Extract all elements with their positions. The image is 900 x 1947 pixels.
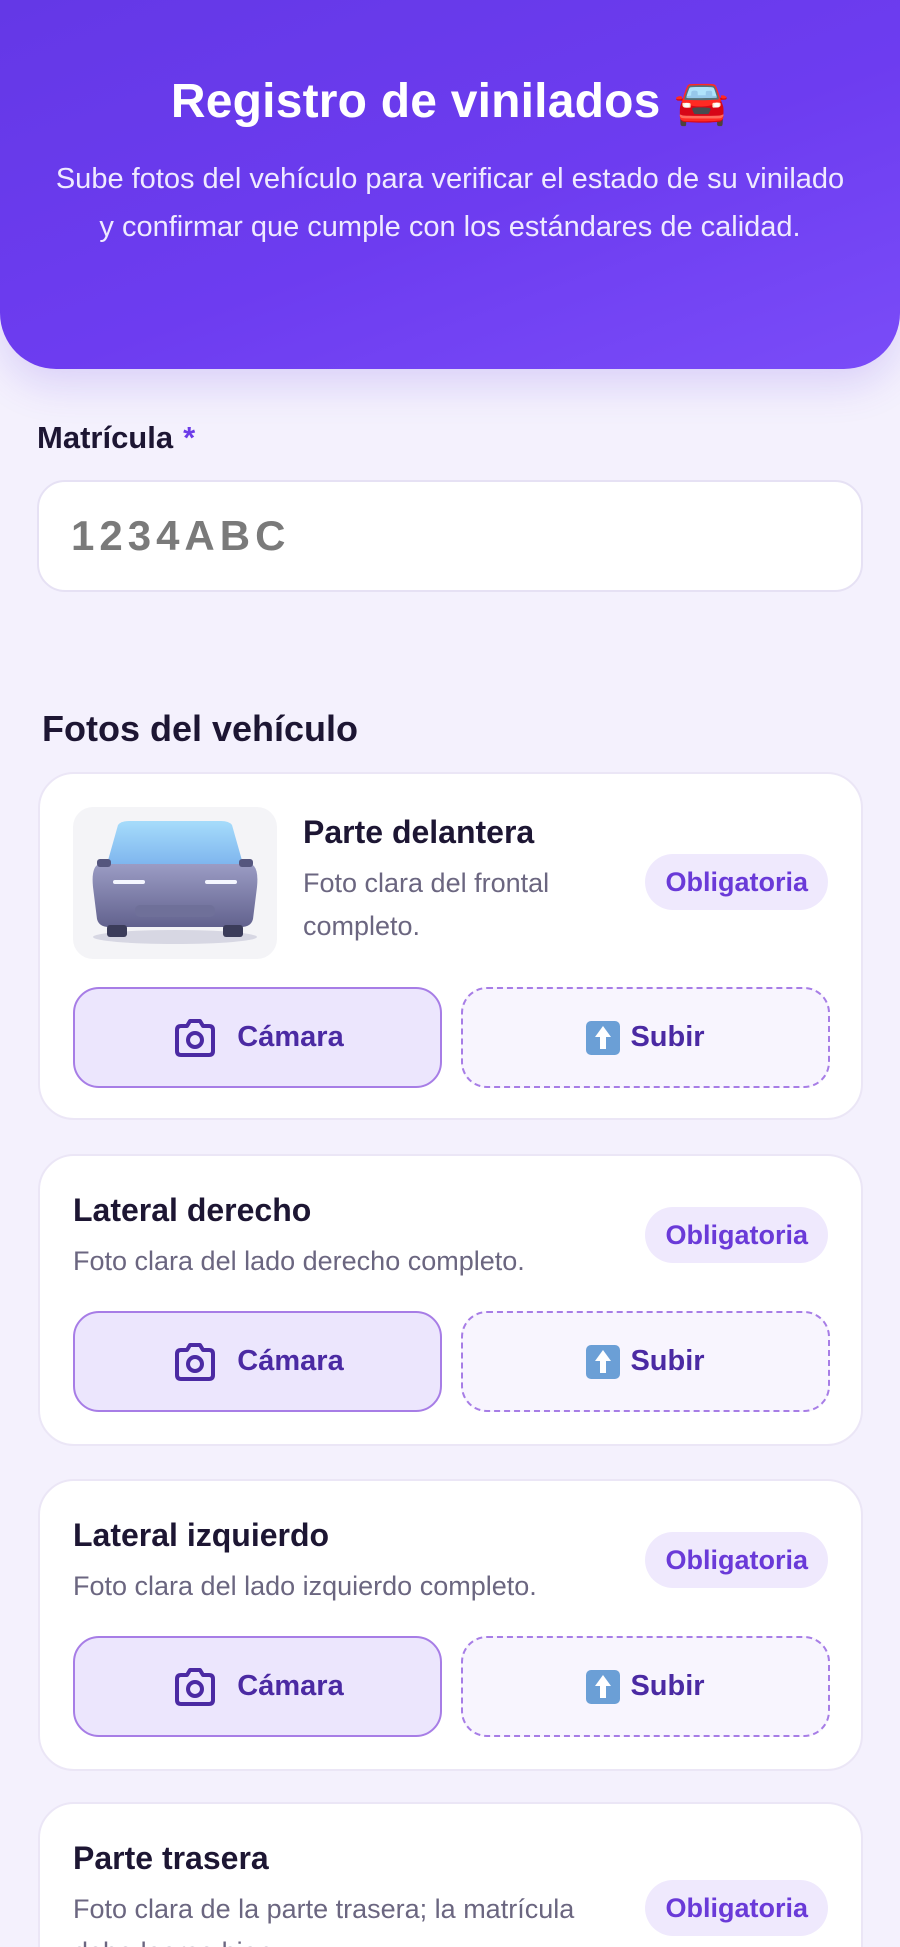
photo-card-rear: Parte trasera Foto clara de la parte tra…	[38, 1802, 863, 1947]
camera-icon	[175, 1667, 216, 1706]
upload-button-left-side[interactable]: Subir	[461, 1636, 830, 1737]
upload-arrow-icon	[586, 1344, 621, 1379]
upload-button-label: Subir	[630, 1670, 705, 1702]
photo-card-title: Parte trasera	[73, 1840, 269, 1876]
photo-card-description: Foto clara del lado izquierdo completo.	[73, 1571, 537, 1601]
photos-section-title: Fotos del vehículo	[42, 708, 359, 749]
upload-button-front[interactable]: Subir	[461, 987, 830, 1088]
required-badge: Obligatoria	[645, 1207, 828, 1263]
photo-card-description: Foto clara del frontal completo.	[303, 868, 550, 941]
photo-card-title: Lateral izquierdo	[73, 1517, 330, 1553]
camera-icon	[175, 1342, 216, 1381]
photo-card-title: Lateral derecho	[73, 1192, 312, 1228]
camera-button-front[interactable]: Cámara	[73, 987, 442, 1088]
plate-input[interactable]	[37, 480, 863, 592]
camera-button-label: Cámara	[237, 1021, 344, 1053]
front-car-thumbnail	[73, 807, 277, 959]
camera-icon	[175, 1018, 216, 1057]
page-header: Registro de vinilados 🚘 Sube fotos del v…	[0, 0, 900, 369]
page-subtitle: Sube fotos del vehículo para verificar e…	[55, 163, 845, 243]
camera-button-label: Cámara	[237, 1345, 344, 1377]
car-emoji-icon: 🚘	[674, 77, 730, 128]
required-badge: Obligatoria	[645, 1532, 828, 1588]
photo-card-description: Foto clara de la parte trasera; la matrí…	[73, 1894, 575, 1947]
upload-arrow-icon	[586, 1669, 621, 1704]
camera-button-label: Cámara	[237, 1670, 344, 1702]
camera-button-left-side[interactable]: Cámara	[73, 1636, 442, 1737]
photo-card-right-side: Lateral derecho Foto clara del lado dere…	[38, 1154, 863, 1446]
camera-button-right-side[interactable]: Cámara	[73, 1311, 442, 1412]
photo-card-title: Parte delantera	[303, 814, 535, 850]
upload-arrow-icon	[586, 1020, 621, 1055]
page-title-text: Registro de vinilados	[170, 75, 661, 128]
required-asterisk: *	[183, 420, 196, 455]
upload-button-label: Subir	[630, 1021, 705, 1053]
photo-card-description: Foto clara del lado derecho completo.	[73, 1246, 525, 1276]
photo-card-left-side: Lateral izquierdo Foto clara del lado iz…	[38, 1479, 863, 1771]
required-badge: Obligatoria	[645, 1880, 828, 1936]
required-badge: Obligatoria	[645, 854, 828, 910]
upload-button-label: Subir	[630, 1345, 705, 1377]
upload-button-right-side[interactable]: Subir	[461, 1311, 830, 1412]
plate-label: Matrícula *	[37, 420, 195, 456]
page-title: Registro de vinilados 🚘	[0, 74, 900, 129]
plate-label-text: Matrícula	[37, 420, 174, 455]
photo-card-front: Parte delantera Foto clara del frontal c…	[38, 772, 863, 1120]
